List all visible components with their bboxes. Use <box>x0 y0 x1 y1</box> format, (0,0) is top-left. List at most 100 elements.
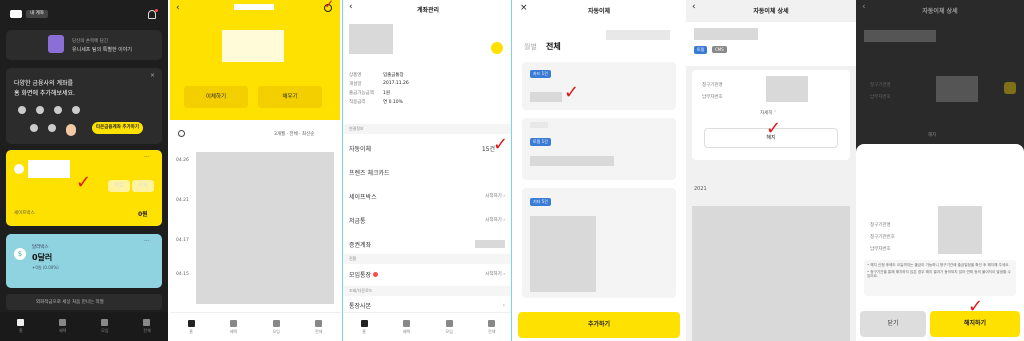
nav-all[interactable]: 전체 <box>315 319 323 335</box>
piggy-bank-row[interactable]: 저금통 시작하기 › <box>349 214 505 226</box>
dollar-box-rate: +0원 (0.00%) <box>32 265 59 270</box>
back-icon[interactable]: ‹ <box>176 3 180 13</box>
home-icon <box>360 319 368 327</box>
bank-icons-row2 <box>30 124 76 136</box>
more-icon <box>488 319 496 327</box>
main-account-card[interactable]: ··· ✓ 카드 이체 세이프박스 0원 <box>6 150 162 226</box>
info-value: 2017.11.26 <box>383 81 409 86</box>
transfer-group-card[interactable]: 토핑 1건 <box>522 118 676 180</box>
tab-all[interactable]: 전체 <box>546 41 561 52</box>
close-button[interactable]: 닫기 <box>860 311 926 337</box>
notification-dot <box>155 9 158 12</box>
filter-selector[interactable]: 3개월 · 전체 · 최신순 <box>274 131 314 137</box>
row-label: 자동이체 <box>349 145 372 153</box>
category-tag: CMS <box>712 46 727 53</box>
more-icon[interactable]: ··· <box>144 154 150 161</box>
close-icon[interactable]: × <box>150 72 155 79</box>
auto-transfer-row[interactable]: 자동이체 15건 <box>349 142 505 154</box>
add-button[interactable]: 추가하기 <box>518 312 680 338</box>
info-key: 상품명 <box>349 73 362 78</box>
account-character-icon <box>491 42 503 54</box>
more-icon <box>143 319 151 326</box>
nav-all[interactable]: 전체 <box>488 319 496 335</box>
meeting-account-row[interactable]: 모임통장 시작하기 › <box>349 268 505 280</box>
dollar-box-card[interactable]: $ 달러박스 0달러 +0원 (0.00%) ··· <box>6 234 162 288</box>
info-value: 입출금통장 <box>383 73 404 78</box>
transfer-button[interactable]: 이체 <box>132 180 154 192</box>
statement-copy-row[interactable]: 통장사본 › <box>349 300 505 310</box>
bottom-promo[interactable]: 외화적금으로 세상 처음 만나는 적절 <box>6 294 162 310</box>
bank-icon <box>72 106 80 114</box>
account-management-screen: ‹ 계좌관리 상품명 입출금통장 개설일 2017.11.26 출금가능금액 1원 적… <box>342 0 512 341</box>
item-placeholder <box>530 156 614 166</box>
tab-monthly[interactable]: 월별 <box>524 42 537 52</box>
row-value: 시작하기 <box>485 272 502 277</box>
fill-button[interactable]: 채우기 <box>258 86 322 108</box>
transfer-group-card[interactable]: 카드 1건 ✓ <box>522 62 676 110</box>
nav-group[interactable]: 모임 <box>445 319 453 335</box>
transaction-list: 04.26 04.21 04.17 04.15 <box>170 146 340 306</box>
nav-label: 홈 <box>189 328 193 334</box>
nav-group[interactable]: 모임 <box>272 319 280 335</box>
category-tag: 기타 5건 <box>530 198 551 206</box>
nav-label: 전체 <box>315 328 323 334</box>
hand-pointer-icon <box>66 124 76 136</box>
field-label: 청구기관명 <box>870 83 891 88</box>
checkmark-annotation: ✓ <box>493 134 509 155</box>
nav-all[interactable]: 전체 <box>143 319 151 334</box>
add-other-account-button[interactable]: 타은금융계좌 추가하기 <box>92 122 143 134</box>
dim-placeholder <box>864 30 936 42</box>
account-badge[interactable] <box>10 10 22 18</box>
nav-label: 전체 <box>488 328 496 334</box>
page-title: 자동이체 <box>587 8 611 15</box>
nav-benefit[interactable]: 혜택 <box>403 319 410 335</box>
securities-row[interactable]: 증권계좌 <box>349 238 505 250</box>
info-key: 적용금리 <box>349 100 366 105</box>
bank-icon <box>36 106 44 114</box>
transfer-group-card[interactable]: 기타 5건 <box>522 188 676 298</box>
cancel-sheet-screen: ‹ 자동이체 상세 청구기관명 납부자번호 해지 청구기관명 청구기관번호 납부… <box>856 0 1024 341</box>
dollar-box-amount: 0달러 <box>32 253 53 262</box>
category-tag: 토핑 1건 <box>530 138 551 146</box>
nav-benefit[interactable]: 혜택 <box>59 319 66 334</box>
section-title: 조회/다운로드 <box>349 288 373 293</box>
nav-group[interactable]: 모임 <box>101 319 109 334</box>
transfer-button[interactable]: 이체하기 <box>184 86 248 108</box>
more-detail-link[interactable]: 자세히 ˅ <box>760 110 776 116</box>
bottom-nav: 홈 혜택 모임 전체 <box>0 312 168 341</box>
nav-home[interactable]: 홈 <box>360 319 368 335</box>
nav-home[interactable]: 홈 <box>187 319 195 335</box>
card-button[interactable]: 카드 <box>108 180 130 192</box>
info-value: 연 0.10% <box>383 100 403 105</box>
page-title: 자동이체 상세 <box>753 8 789 15</box>
sheet-field-label: 납부자번호 <box>870 247 891 252</box>
promo-banner[interactable]: 당신의 손목에 담긴 유니세프 팀의 특별한 이야기 <box>6 30 162 60</box>
safe-box-row[interactable]: 세이프박스 시작하기 › <box>349 190 505 202</box>
group-icon <box>101 319 109 326</box>
search-icon[interactable] <box>178 130 185 137</box>
nav-label: 모임 <box>445 328 453 334</box>
bottom-sheet: 청구기관명 청구기관번호 납부자번호 • 해지 신청 후에도 오늘까지는 출금이… <box>856 144 1024 341</box>
account-badge-label[interactable]: 내 계좌 <box>26 10 48 18</box>
date-label: 04.15 <box>176 272 189 277</box>
home-icon <box>187 319 195 327</box>
nav-home[interactable]: 홈 <box>17 319 25 334</box>
field-label: 청구기관명 <box>702 83 723 88</box>
more-icon[interactable]: ··· <box>144 238 150 245</box>
bank-icon <box>48 124 56 132</box>
page-title: 계좌관리 <box>416 7 440 14</box>
sheet-field-label: 청구기관번호 <box>870 235 895 240</box>
page-title: 자동이체 상세 <box>922 8 958 15</box>
home-screen: 내 계좌 당신의 손목에 담긴 유니세프 팀의 특별한 이야기 × 다양한 금융… <box>0 0 168 341</box>
section-header: 전환 <box>343 254 511 264</box>
friends-card-row[interactable]: 프렌즈 체크카드 <box>349 166 505 178</box>
safe-box-label: 세이프박스 <box>14 211 35 216</box>
section-header: 조회/다운로드 <box>343 286 511 296</box>
info-key: 출금가능금액 <box>349 91 374 96</box>
row-label: 프렌즈 체크카드 <box>349 169 390 177</box>
checkmark-annotation: ✓ <box>968 296 984 317</box>
date-label: 04.26 <box>176 158 189 163</box>
dollar-box-title: 달러박스 <box>32 245 49 250</box>
checkmark-annotation: ✓ <box>564 82 580 103</box>
nav-benefit[interactable]: 혜택 <box>230 319 237 335</box>
